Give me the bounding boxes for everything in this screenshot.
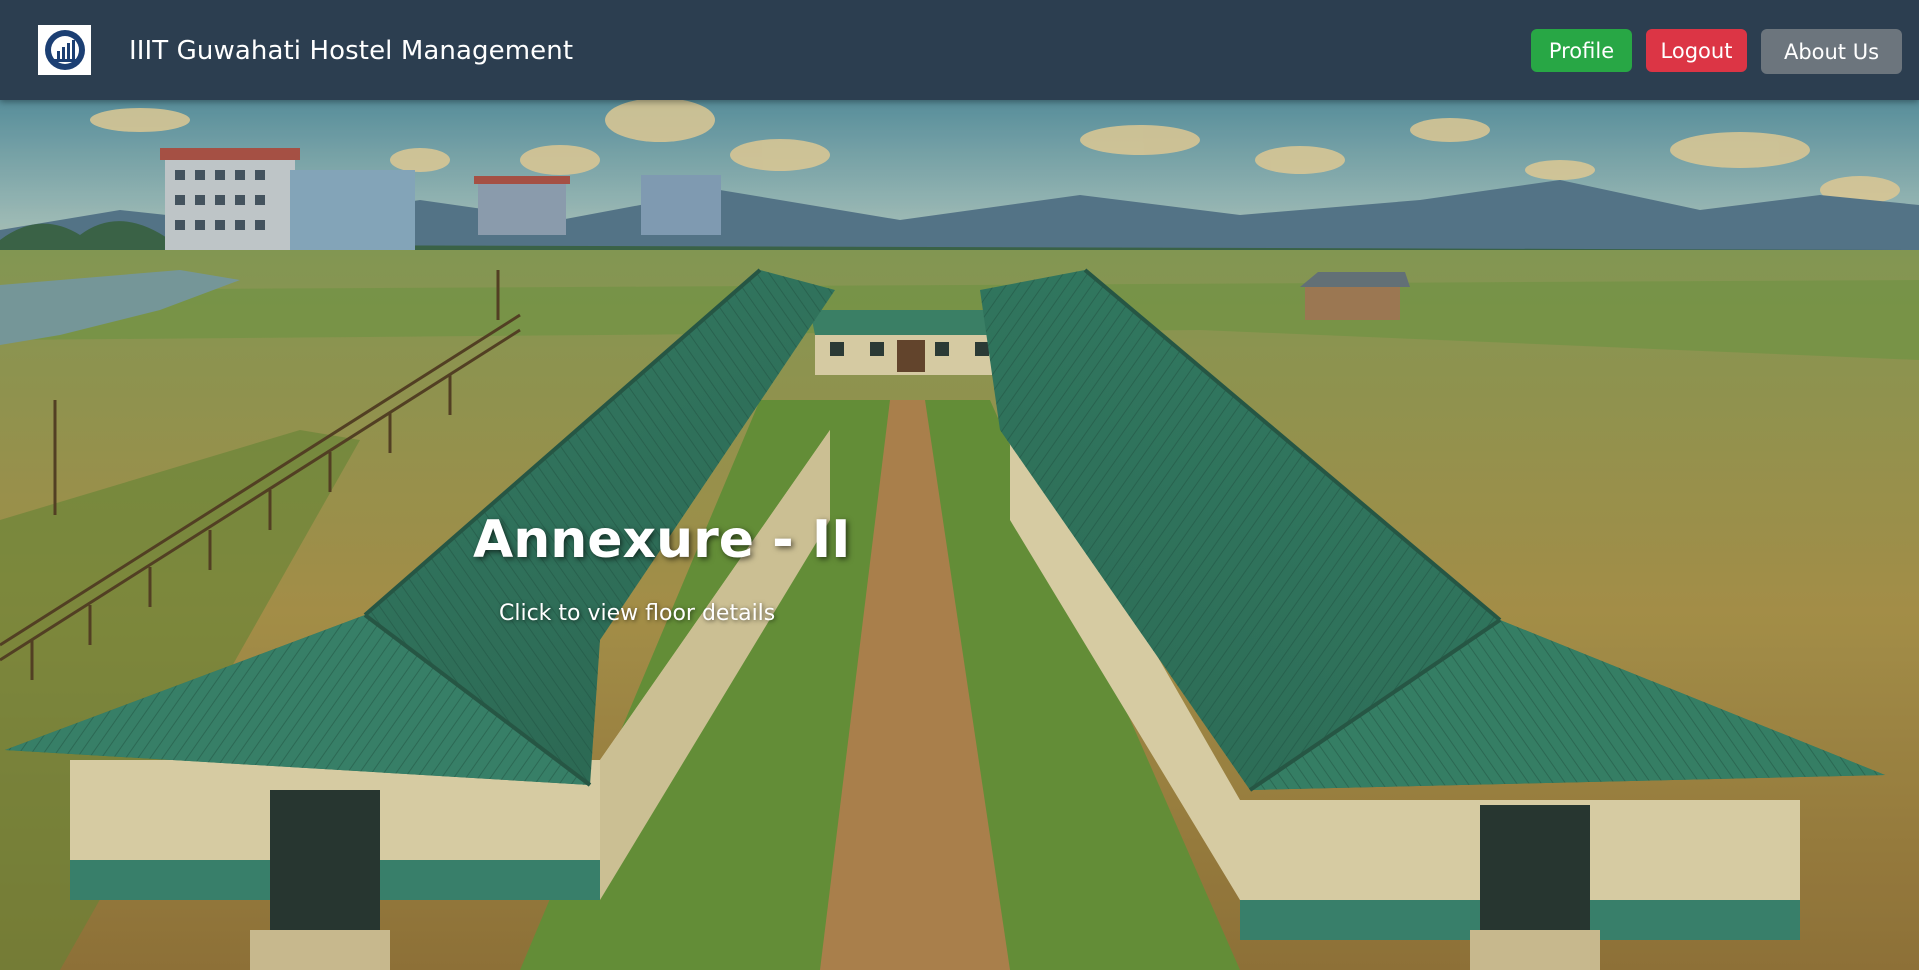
- profile-button[interactable]: Profile: [1531, 29, 1632, 72]
- about-us-button[interactable]: About Us: [1761, 29, 1902, 74]
- floor-details-hint: Click to view floor details: [499, 601, 776, 626]
- hostel-logo-icon[interactable]: [38, 25, 91, 75]
- top-navbar: IIIT Guwahati Hostel Management Profile …: [0, 0, 1919, 100]
- hostel-name-heading: Annexure - II: [473, 510, 851, 570]
- logout-button[interactable]: Logout: [1646, 29, 1747, 72]
- app-title: IIIT Guwahati Hostel Management: [129, 36, 574, 66]
- hostel-hero-card[interactable]: Annexure - II Click to view floor detail…: [0, 100, 1919, 970]
- hostel-illustration: [0, 100, 1919, 970]
